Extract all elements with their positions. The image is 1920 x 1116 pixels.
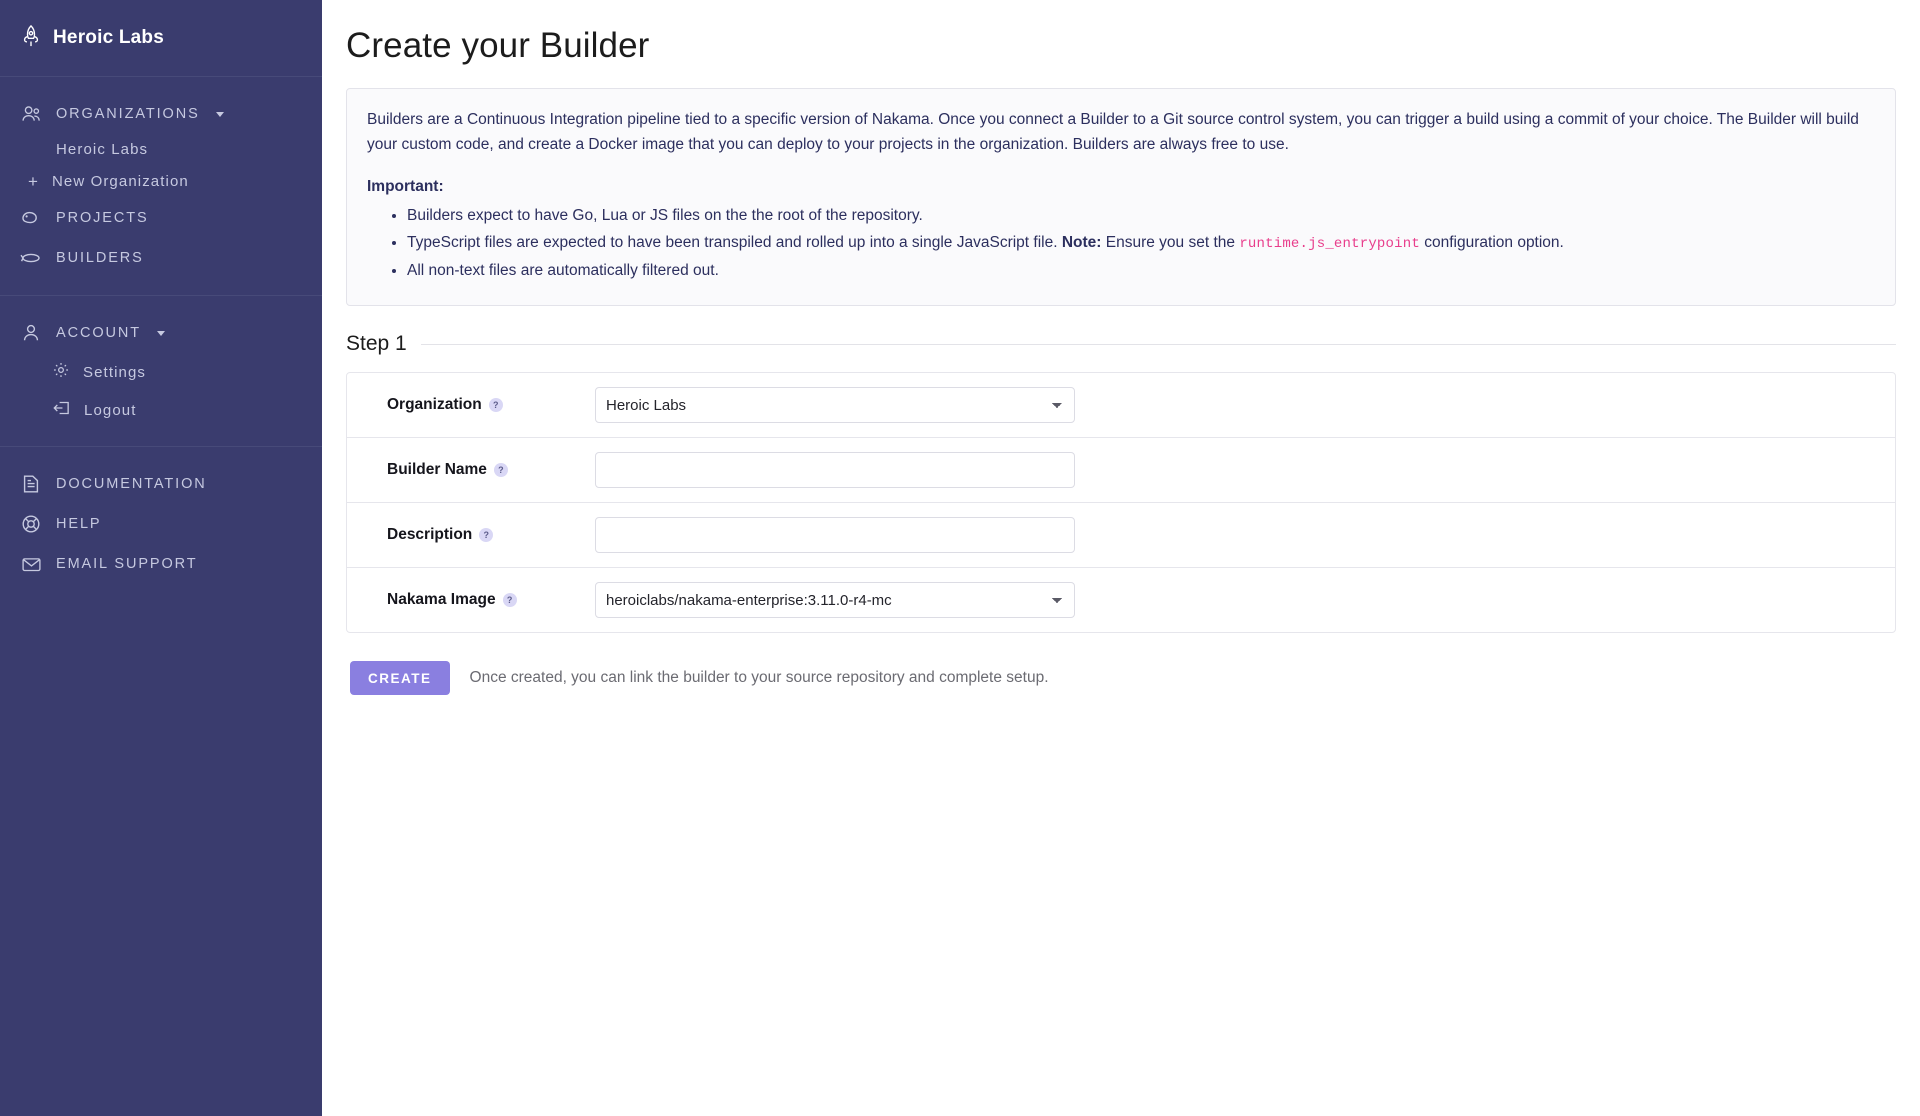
form-row-description: Description ? [347, 503, 1895, 569]
sidebar-item-logout[interactable]: Logout [0, 391, 322, 429]
organization-label: Organization [387, 396, 482, 414]
sidebar-item-email-support-label: EMAIL SUPPORT [56, 556, 198, 572]
important-list: Builders expect to have Go, Lua or JS fi… [367, 203, 1875, 283]
builders-icon [20, 247, 42, 269]
person-icon [20, 322, 42, 344]
sidebar: Heroic Labs ORGANIZATIONS Heroic Labs + … [0, 0, 322, 1116]
nakama-image-label-wrap: Nakama Image ? [365, 591, 595, 609]
gear-icon [52, 361, 70, 383]
help-icon[interactable]: ? [493, 463, 508, 478]
description-label-wrap: Description ? [365, 526, 595, 544]
help-icon[interactable]: ? [502, 593, 517, 608]
builder-name-field [595, 452, 1075, 489]
brand[interactable]: Heroic Labs [0, 0, 322, 77]
sidebar-item-heroic-labs[interactable]: Heroic Labs [0, 134, 322, 165]
nakama-image-field: heroiclabs/nakama-enterprise:3.11.0-r4-m… [595, 582, 1075, 619]
account-group: ACCOUNT Settings Logout [0, 296, 322, 447]
sidebar-item-projects-label: PROJECTS [56, 210, 149, 226]
nakama-image-label: Nakama Image [387, 591, 496, 609]
organization-select[interactable]: Heroic Labs [595, 387, 1075, 424]
sidebar-item-builders-label: BUILDERS [56, 250, 144, 266]
plus-icon: + [28, 172, 38, 191]
rocket-icon [20, 24, 42, 52]
main-content: Create your Builder Builders are a Conti… [322, 0, 1920, 1116]
sidebar-item-new-organization[interactable]: + New Organization [0, 165, 322, 198]
organizations-group: ORGANIZATIONS Heroic Labs + New Organiza… [0, 77, 322, 296]
important-bullet-3: All non-text files are automatically fil… [407, 258, 1875, 283]
support-group: DOCUMENTATION HELP EMAIL SUPPORT [0, 447, 322, 601]
step-label: Step 1 [346, 332, 407, 356]
sidebar-item-logout-label: Logout [84, 401, 137, 419]
step-divider [420, 343, 1896, 345]
builder-name-label-wrap: Builder Name ? [365, 461, 595, 479]
bullet2-mid: Ensure you set the [1101, 234, 1240, 252]
sidebar-item-help[interactable]: HELP [0, 504, 322, 544]
sidebar-item-projects[interactable]: PROJECTS [0, 198, 322, 238]
envelope-icon [20, 553, 42, 575]
nakama-image-select[interactable]: heroiclabs/nakama-enterprise:3.11.0-r4-m… [595, 582, 1075, 619]
chevron-down-icon [215, 111, 224, 117]
page-title: Create your Builder [346, 26, 650, 65]
create-button[interactable]: CREATE [350, 661, 450, 696]
bullet2-pre: TypeScript files are expected to have be… [407, 234, 1062, 252]
step-header: Step 1 [346, 332, 1896, 356]
sidebar-item-help-label: HELP [56, 516, 102, 532]
action-row: CREATE Once created, you can link the bu… [350, 661, 1896, 696]
help-icon[interactable]: ? [488, 398, 503, 413]
important-bullet-1: Builders expect to have Go, Lua or JS fi… [407, 203, 1875, 228]
builder-name-label: Builder Name [387, 461, 487, 479]
create-hint: Once created, you can link the builder t… [469, 669, 1049, 687]
projects-icon [20, 207, 42, 229]
sidebar-header-account-label: ACCOUNT [56, 325, 141, 341]
bullet2-post: configuration option. [1419, 234, 1564, 252]
sidebar-item-new-organization-label: New Organization [52, 173, 189, 190]
sidebar-item-documentation[interactable]: DOCUMENTATION [0, 464, 322, 504]
organization-label-wrap: Organization ? [365, 396, 595, 414]
sidebar-item-documentation-label: DOCUMENTATION [56, 476, 207, 492]
lifebuoy-icon [20, 513, 42, 535]
description-input[interactable] [595, 517, 1075, 554]
document-icon [20, 473, 42, 495]
logout-icon [52, 399, 71, 421]
brand-label: Heroic Labs [53, 27, 164, 48]
organization-field: Heroic Labs [595, 387, 1075, 424]
info-card: Builders are a Continuous Integration pi… [346, 88, 1896, 307]
chevron-down-icon [157, 330, 165, 336]
form-row-nakama-image: Nakama Image ? heroiclabs/nakama-enterpr… [347, 568, 1895, 632]
sidebar-item-settings[interactable]: Settings [0, 353, 322, 391]
info-paragraph: Builders are a Continuous Integration pi… [367, 111, 1859, 154]
important-label: Important: [367, 178, 444, 196]
description-field [595, 517, 1075, 554]
content-wrap: Builders are a Continuous Integration pi… [322, 88, 1920, 696]
sidebar-header-organizations[interactable]: ORGANIZATIONS [0, 94, 322, 134]
sidebar-item-email-support[interactable]: EMAIL SUPPORT [0, 544, 322, 584]
users-icon [20, 103, 42, 125]
bullet2-note: Note: [1061, 234, 1102, 252]
help-icon[interactable]: ? [479, 528, 494, 543]
form-row-organization: Organization ? Heroic Labs [347, 373, 1895, 439]
sidebar-header-organizations-label: ORGANIZATIONS [56, 106, 200, 122]
builder-form: Organization ? Heroic Labs Builder Name … [346, 372, 1896, 634]
sidebar-item-builders[interactable]: BUILDERS [0, 238, 322, 278]
sidebar-item-settings-label: Settings [83, 363, 146, 381]
bullet2-code: runtime.js_entrypoint [1239, 236, 1420, 253]
builder-name-input[interactable] [595, 452, 1075, 489]
app-root: Heroic Labs ORGANIZATIONS Heroic Labs + … [0, 0, 1920, 1116]
important-bullet-2: TypeScript files are expected to have be… [407, 230, 1875, 256]
description-label: Description [387, 526, 473, 544]
form-row-builder-name: Builder Name ? [347, 438, 1895, 504]
sidebar-header-account[interactable]: ACCOUNT [0, 313, 322, 353]
